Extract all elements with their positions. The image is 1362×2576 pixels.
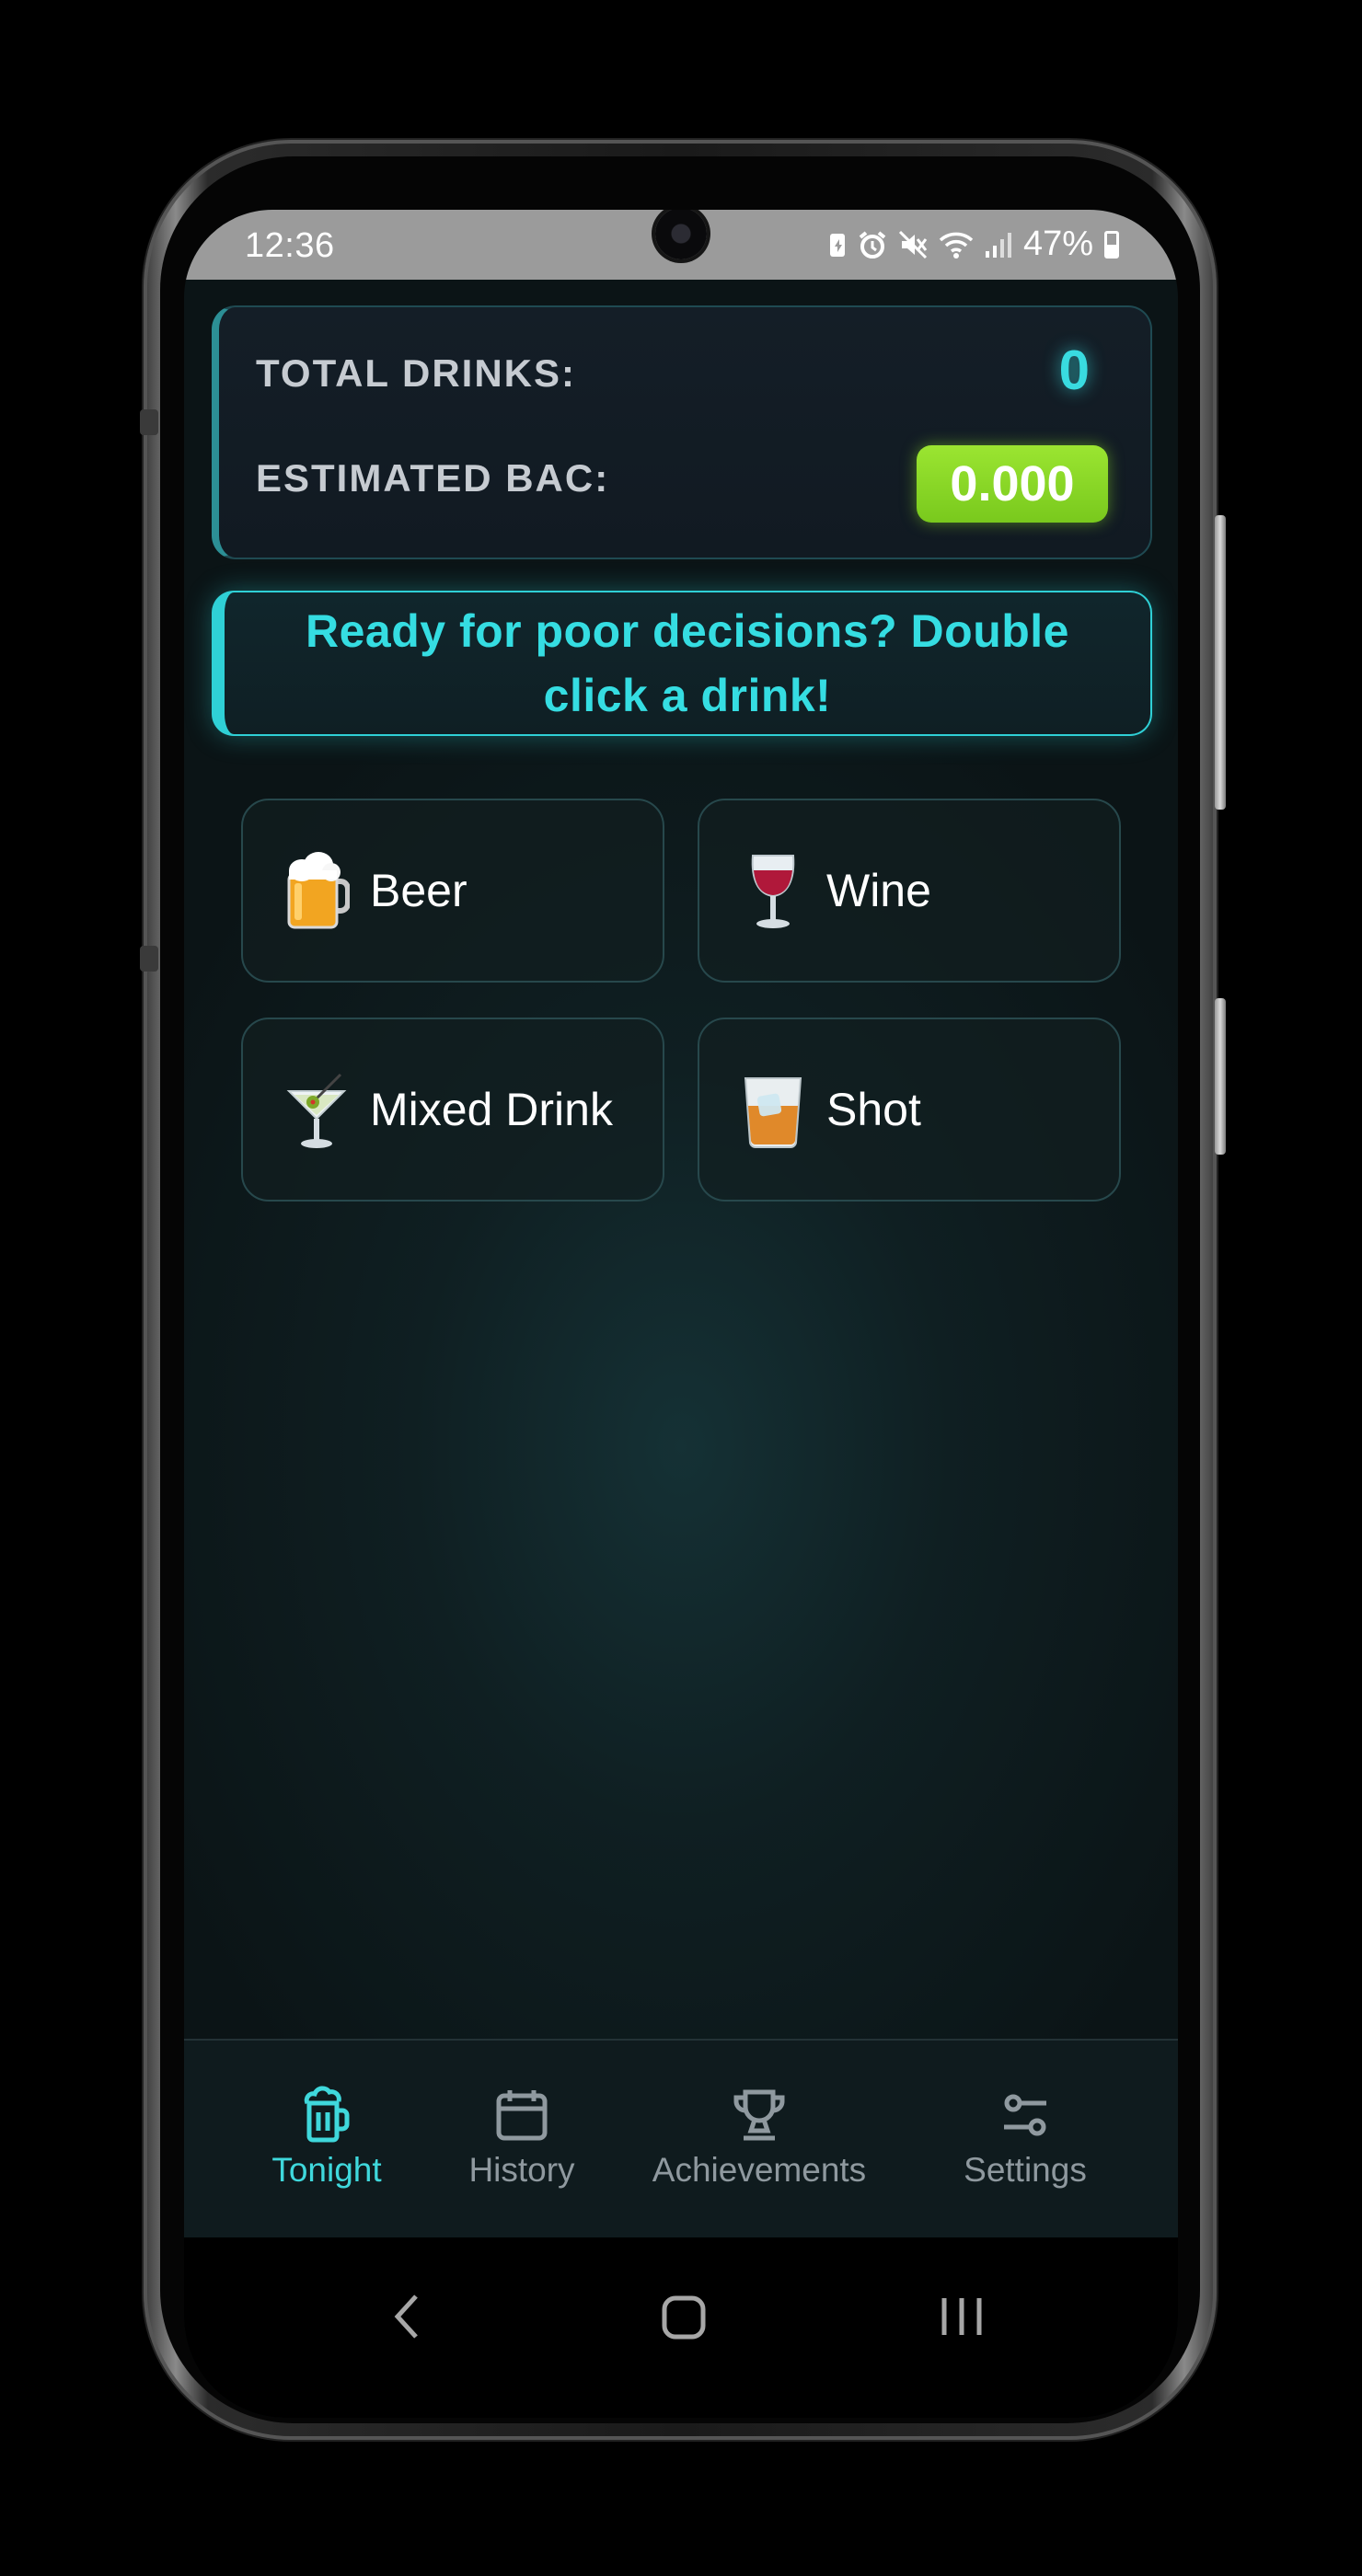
trophy-icon xyxy=(733,2089,785,2141)
wifi-icon xyxy=(939,232,974,259)
sliders-icon xyxy=(1004,2094,1046,2136)
left-rail-marker-top xyxy=(140,409,158,435)
saver-icon xyxy=(829,233,845,257)
back-icon[interactable] xyxy=(388,2289,425,2344)
system-nav-bar xyxy=(184,2237,1178,2418)
wine-button[interactable]: Wine xyxy=(698,799,1121,983)
beer-mug-icon xyxy=(283,850,351,931)
drink-label-shot: Shot xyxy=(826,1084,921,1135)
beer-mug-icon xyxy=(304,2086,350,2143)
stats-card: TOTAL DRINKS: 0 ESTIMATED BAC: 0.000 xyxy=(212,305,1152,559)
tumbler-glass-icon xyxy=(740,1069,806,1150)
shot-button[interactable]: Shot xyxy=(698,1018,1121,1202)
nav-label-history: History xyxy=(468,2151,575,2189)
recents-icon[interactable] xyxy=(939,2289,985,2344)
nav-history[interactable]: History xyxy=(453,2085,591,2190)
nav-tonight[interactable]: Tonight xyxy=(239,2085,414,2190)
battery-percent: 47% xyxy=(1022,224,1093,263)
status-bar: 12:36 47% xyxy=(184,210,1178,280)
status-time: 12:36 xyxy=(245,226,335,265)
nav-label-settings: Settings xyxy=(964,2151,1087,2189)
nav-label-achievements: Achievements xyxy=(652,2151,867,2189)
front-camera xyxy=(655,210,707,259)
wine-glass-icon xyxy=(740,850,806,931)
nav-achievements[interactable]: Achievements xyxy=(644,2085,874,2190)
nav-label-tonight: Tonight xyxy=(271,2151,382,2189)
mute-icon xyxy=(898,230,928,259)
instruction-banner: Ready for poor decisions? Double click a… xyxy=(212,591,1152,736)
status-icons: 47% xyxy=(828,224,1119,264)
drink-label-beer: Beer xyxy=(370,865,467,916)
bac-badge: 0.000 xyxy=(917,445,1108,523)
total-drinks-value: 0 xyxy=(1058,339,1090,401)
total-drinks-label: TOTAL DRINKS: xyxy=(256,351,576,395)
calendar-icon xyxy=(496,2090,548,2141)
home-icon[interactable] xyxy=(661,2289,707,2344)
beer-button[interactable]: Beer xyxy=(241,799,664,983)
left-rail-marker-bottom xyxy=(140,946,158,972)
drink-label-mixed: Mixed Drink xyxy=(370,1084,613,1135)
cocktail-glass-icon xyxy=(283,1069,350,1150)
battery-icon xyxy=(1104,230,1119,259)
signal-icon xyxy=(985,232,1011,258)
estimated-bac-label: ESTIMATED BAC: xyxy=(256,456,610,500)
mixed-drink-button[interactable]: Mixed Drink xyxy=(241,1018,664,1202)
bottom-nav: Tonight History Achievements Settings xyxy=(184,2039,1178,2239)
nav-settings[interactable]: Settings xyxy=(953,2085,1097,2190)
alarm-icon xyxy=(859,230,886,259)
app-screen: 12:36 47% TOTAL DRINKS: 0 ESTIMATED BAC:… xyxy=(184,210,1178,2418)
volume-button xyxy=(1215,515,1226,810)
drink-label-wine: Wine xyxy=(826,865,931,916)
power-button xyxy=(1215,998,1226,1155)
